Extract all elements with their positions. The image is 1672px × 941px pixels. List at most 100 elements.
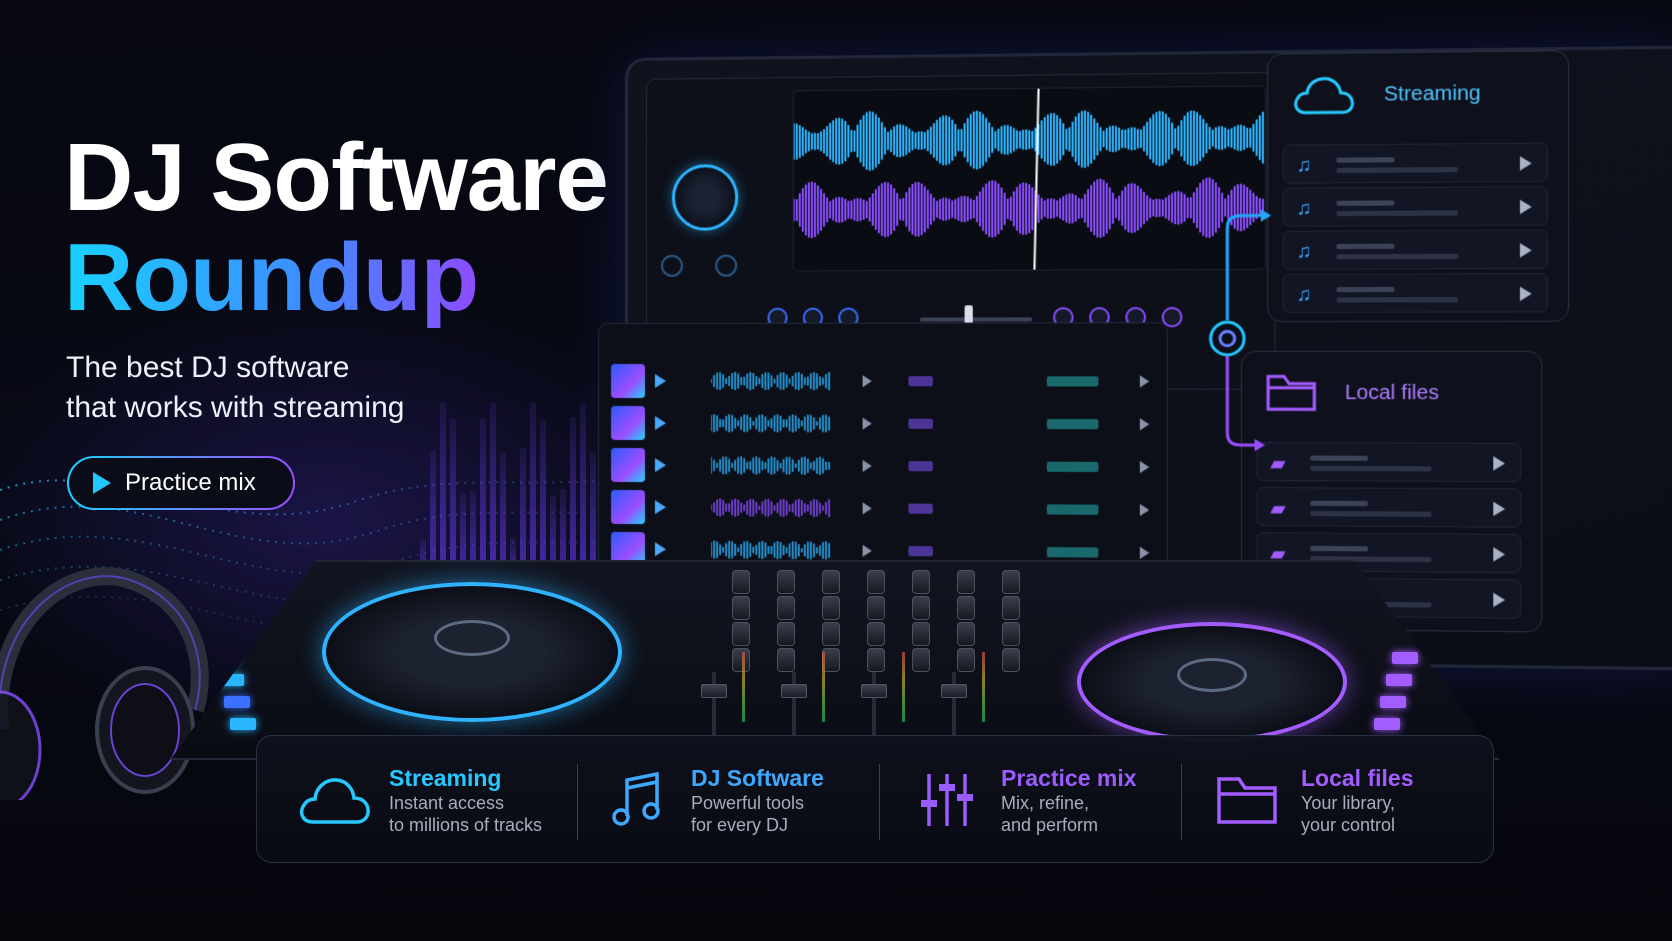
mixer-knob[interactable] (1002, 622, 1020, 646)
play-icon[interactable] (1519, 199, 1532, 215)
play-icon[interactable] (1139, 418, 1150, 431)
mixer-knob[interactable] (732, 596, 750, 620)
list-item[interactable]: ▰ (1256, 442, 1522, 483)
play-button[interactable] (715, 254, 738, 277)
mixer-knob[interactable] (1002, 596, 1020, 620)
play-icon[interactable] (1519, 286, 1532, 302)
mixer-knob[interactable] (1002, 648, 1020, 672)
line-placeholder (1336, 157, 1395, 163)
play-icon[interactable] (654, 500, 666, 515)
table-row[interactable] (611, 489, 1161, 528)
play-icon[interactable] (1519, 156, 1532, 171)
play-icon[interactable] (654, 416, 666, 431)
play-icon[interactable] (1493, 592, 1506, 608)
mixer-knob[interactable] (957, 596, 975, 620)
play-icon[interactable] (862, 544, 872, 557)
mixer-knob[interactable] (777, 648, 795, 672)
performance-pad[interactable] (1374, 718, 1400, 730)
play-icon[interactable] (862, 375, 872, 388)
feature-title: DJ Software (691, 765, 824, 791)
fader-cap[interactable] (941, 684, 967, 698)
mixer-knob[interactable] (777, 570, 795, 594)
page-title: DJ Software Roundup (64, 128, 609, 328)
fader-cap[interactable] (781, 684, 807, 698)
play-icon[interactable] (1139, 503, 1150, 517)
table-row[interactable] (611, 363, 1161, 399)
performance-pad[interactable] (224, 696, 250, 708)
mixer-knob[interactable] (732, 570, 750, 594)
track-waveform (711, 498, 832, 517)
mixer-knob[interactable] (912, 622, 930, 646)
feature-local-files: Local files Your library, your control (1207, 736, 1413, 864)
line-placeholder (1310, 510, 1432, 517)
fader-cap[interactable] (861, 684, 887, 698)
table-row[interactable] (611, 447, 1161, 485)
channel-fader[interactable] (952, 672, 956, 742)
feature-streaming: Streaming Instant access to millions of … (295, 736, 542, 864)
mixer-knob[interactable] (822, 622, 840, 646)
line-placeholder (1310, 500, 1369, 507)
channel-fader[interactable] (872, 672, 876, 742)
mixer-knob[interactable] (777, 622, 795, 646)
mixer-knob[interactable] (1002, 570, 1020, 594)
mixer-knob[interactable] (867, 622, 885, 646)
list-item[interactable]: ♫ (1282, 273, 1548, 313)
vu-meter (982, 652, 985, 722)
play-icon[interactable] (1519, 243, 1532, 258)
feature-bar: Streaming Instant access to millions of … (256, 735, 1494, 863)
fader-cap[interactable] (701, 684, 727, 698)
performance-pad[interactable] (1380, 696, 1406, 708)
play-icon[interactable] (1139, 375, 1150, 388)
divider (1181, 764, 1182, 840)
track-waveform (711, 456, 832, 475)
mixer-knob[interactable] (912, 570, 930, 594)
play-icon[interactable] (654, 458, 666, 473)
feature-desc: Powerful tools (691, 793, 805, 813)
practice-mix-button[interactable]: Practice mix (67, 456, 295, 510)
play-icon[interactable] (862, 417, 872, 430)
play-icon[interactable] (862, 459, 872, 473)
mixer-knob[interactable] (957, 622, 975, 646)
play-icon[interactable] (654, 374, 666, 389)
mixer-knob[interactable] (777, 596, 795, 620)
list-item[interactable]: ♫ (1282, 229, 1548, 270)
jog-wheel-mini[interactable] (671, 164, 739, 231)
play-icon[interactable] (1139, 546, 1150, 560)
play-icon[interactable] (1493, 547, 1506, 562)
mixer-knob[interactable] (957, 570, 975, 594)
play-icon[interactable] (1493, 501, 1506, 517)
mixer-knob[interactable] (912, 596, 930, 620)
eq-bar (490, 402, 496, 580)
play-icon[interactable] (1139, 461, 1150, 474)
list-item[interactable]: ♫ (1282, 142, 1548, 184)
mixer-knob[interactable] (867, 570, 885, 594)
mixer-knob[interactable] (822, 596, 840, 620)
eq-bar (540, 420, 546, 580)
play-icon[interactable] (1493, 456, 1506, 471)
table-row[interactable] (611, 405, 1161, 442)
mixer-knob[interactable] (732, 648, 750, 672)
performance-pad[interactable] (1386, 674, 1412, 686)
play-icon[interactable] (862, 502, 872, 515)
headphones-image (0, 567, 209, 800)
list-item[interactable]: ▰ (1256, 487, 1522, 528)
bpm-bar (908, 461, 933, 472)
play-icon[interactable] (654, 542, 666, 557)
channel-fader[interactable] (792, 672, 796, 742)
mixer-knob[interactable] (867, 596, 885, 620)
channel-fader[interactable] (712, 672, 716, 742)
line-placeholder (1336, 253, 1459, 260)
feature-desc: for every DJ (691, 815, 789, 835)
crossfader[interactable] (919, 317, 1033, 322)
cue-button[interactable] (660, 254, 683, 277)
mixer-knob[interactable] (867, 648, 885, 672)
performance-pad[interactable] (1392, 652, 1418, 664)
mixer-knob[interactable] (957, 648, 975, 672)
mixer-knob[interactable] (732, 622, 750, 646)
mixer-knob[interactable] (822, 570, 840, 594)
mixer-knob[interactable] (912, 648, 930, 672)
list-item[interactable]: ♫ (1282, 186, 1548, 227)
waveform (794, 107, 1267, 171)
feature-practice-mix: Practice mix Mix, refine, and perform (907, 736, 1137, 864)
performance-pad[interactable] (230, 718, 256, 730)
